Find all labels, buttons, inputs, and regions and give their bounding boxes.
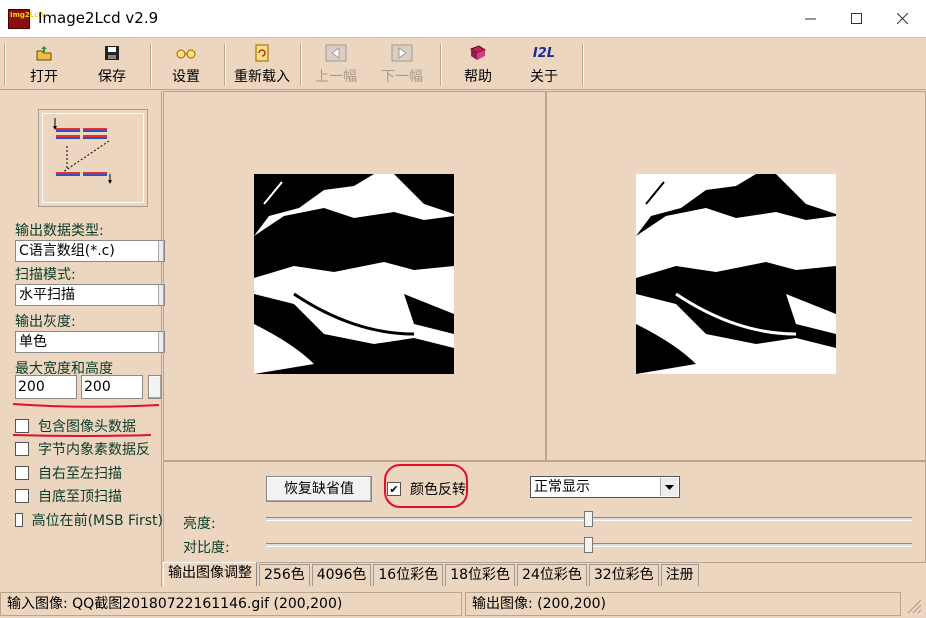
help-button[interactable]: 帮助 [454,44,502,86]
save-label: 保存 [98,69,126,85]
reload-label: 重新载入 [234,69,290,85]
next-image-button[interactable]: 下一幅 [378,44,426,86]
red-underline-annotation [12,403,160,408]
brightness-label: 亮度: [183,516,216,532]
chevron-down-icon [660,478,678,496]
input-image-preview [163,91,546,461]
display-mode-value: 正常显示 [534,479,590,495]
about-icon: I2L [520,44,568,62]
input-bitmap [254,174,454,374]
about-button[interactable]: I2L 关于 [520,44,568,86]
help-label: 帮助 [464,69,492,85]
scan-mode-label: 扫描模式: [15,267,76,283]
minimize-button[interactable] [788,0,834,38]
output-image-preview [546,91,926,461]
red-underline-annotation [12,434,152,437]
scan-mode-preview [38,109,148,207]
display-mode-select[interactable]: 正常显示 [530,476,680,498]
tab-5[interactable]: 24位彩色 [517,564,587,586]
maximize-button[interactable] [834,0,880,38]
output-image [636,174,836,374]
checkbox-pixel-reverse[interactable]: 字节内象素数据反 [15,440,163,458]
save-disk-icon [105,46,119,60]
checkbox-label: 高位在前(MSB First) [31,513,163,529]
scan-mode-value: 水平扫描 [19,287,75,303]
arrow-right-icon [391,44,413,62]
tab-7[interactable]: 注册 [660,564,699,586]
checkbox-msb-first[interactable]: 高位在前(MSB First) [15,511,163,529]
checkbox-box [15,489,29,503]
input-image-status: 输入图像: QQ截图20180722161146.gif (200,200) [0,592,462,616]
output-type-value: C语言数组(*.c) [19,243,115,259]
tab-3[interactable]: 16位彩色 [373,564,444,586]
title-bar: Img2Lcd Image2Lcd v2.9 [0,0,926,38]
minimize-icon [805,18,816,20]
glasses-icon [176,49,196,59]
toolbar: 打开 保存 设置 重新载入 上一幅 下一幅 帮助 I2L 关于 [0,38,926,90]
save-button[interactable]: 保存 [88,44,136,86]
toolbar-separator [4,44,6,86]
checkbox-box [15,513,23,527]
close-button[interactable] [880,0,926,38]
window-title: Image2Lcd v2.9 [38,9,159,27]
about-icon-text: I2L [532,45,556,61]
checkbox-label: 字节内象素数据反 [38,442,150,458]
output-type-label: 输出数据类型: [15,223,104,239]
settings-label: 设置 [172,69,200,85]
brightness-slider-thumb[interactable] [584,511,593,527]
open-folder-icon [36,46,52,61]
reload-icon [255,44,269,62]
open-button[interactable]: 打开 [20,44,68,86]
toolbar-separator [150,44,152,86]
resize-grip-icon[interactable] [904,596,922,614]
tab-4[interactable]: 18位彩色 [445,564,516,586]
close-icon [897,13,909,25]
toolbar-separator [582,44,584,86]
settings-panel: 输出数据类型: C语言数组(*.c) 扫描模式: 水平扫描 输出灰度: 单色 最… [0,91,165,587]
toolbar-separator [440,44,442,86]
contrast-slider-thumb[interactable] [584,537,593,553]
next-image-label: 下一幅 [381,69,423,85]
input-image [254,174,454,374]
scan-direction-icon [53,118,112,184]
settings-button[interactable]: 设置 [162,44,210,86]
tab-6[interactable]: 32位彩色 [588,564,659,586]
checkbox-bottom-to-top[interactable]: 自底至顶扫描 [15,487,122,505]
open-label: 打开 [30,69,58,85]
checkbox-label: 自右至左扫描 [38,466,122,482]
output-type-select[interactable]: C语言数组(*.c) [15,240,165,262]
toolbar-separator [224,44,226,86]
status-bar: 输入图像: QQ截图20180722161146.gif (200,200) 输… [0,590,926,618]
maximize-icon [851,13,862,24]
gray-label: 输出灰度: [15,314,76,330]
tab-strip: 输出图像调整 256色 4096色 16位彩色 18位彩色 24位彩色 32位彩色 注册 [163,562,701,586]
gray-value: 单色 [19,334,47,350]
help-book-icon [469,45,487,60]
red-circle-annotation [384,464,468,508]
tab-0[interactable]: 输出图像调整 [163,562,257,586]
gray-select[interactable]: 单色 [15,331,165,353]
checkbox-label: 自底至顶扫描 [38,489,122,505]
checkbox-right-to-left[interactable]: 自右至左扫描 [15,464,122,482]
reload-button[interactable]: 重新载入 [230,44,294,86]
adjustment-panel: 恢复缺省值 ✔ 颜色反转 正常显示 亮度: 对比度: 输出图像调整 256色 409… [163,461,926,587]
tab-2[interactable]: 4096色 [311,564,372,586]
about-label: 关于 [530,69,558,85]
toolbar-separator [300,44,302,86]
restore-defaults-button[interactable]: 恢复缺省值 [266,476,372,502]
checkbox-box [15,442,29,456]
prev-image-label: 上一幅 [315,69,357,85]
contrast-label: 对比度: [183,540,230,556]
prev-image-button[interactable]: 上一幅 [312,44,360,86]
output-bitmap [636,174,836,374]
arrow-left-icon [325,44,347,62]
tab-1[interactable]: 256色 [259,564,310,586]
scan-mode-select[interactable]: 水平扫描 [15,284,165,306]
output-image-status: 输出图像: (200,200) [465,592,901,616]
checkbox-box [15,466,29,480]
app-icon: Img2Lcd [8,9,43,29]
